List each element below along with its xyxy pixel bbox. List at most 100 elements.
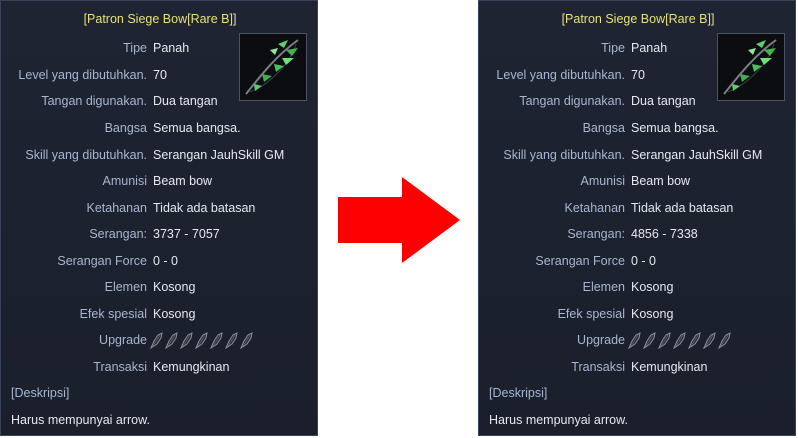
item-tooltip-after: [Patron Siege Bow[Rare B]] Tipe Panah Le… <box>478 0 796 436</box>
label-ammo: Amunisi <box>580 174 625 188</box>
row-durability: Ketahanan Tidak ada batasan <box>479 199 797 217</box>
value-special-effect: Kosong <box>153 307 196 321</box>
label-race: Bangsa <box>104 121 147 135</box>
upgrade-slot-icon <box>180 332 193 349</box>
label-force-attack: Serangan Force <box>535 254 625 268</box>
value-required-skill: Serangan JauhSkill GM <box>631 148 763 162</box>
value-required-level: 70 <box>631 68 645 82</box>
value-type: Panah <box>153 41 190 55</box>
value-required-level: 70 <box>153 68 167 82</box>
item-title: [Patron Siege Bow[Rare B]] <box>83 12 237 26</box>
upgrade-slot-icon <box>658 332 671 349</box>
upgrade-slot-icon <box>643 332 656 349</box>
label-ammo: Amunisi <box>102 174 147 188</box>
upgrade-slot-icon <box>703 332 716 349</box>
value-element: Kosong <box>153 280 196 294</box>
row-attack: Serangan: 3737 - 7057 <box>1 225 319 243</box>
upgrade-slot-icon <box>688 332 701 349</box>
row-element: Elemen Kosong <box>479 278 797 296</box>
upgrade-slot-icon <box>240 332 253 349</box>
label-upgrade: Upgrade <box>577 333 625 347</box>
item-title: [Patron Siege Bow[Rare B]] <box>561 12 715 26</box>
label-hands: Tangan digunakan. <box>41 94 147 108</box>
row-upgrade: Upgrade <box>479 331 797 349</box>
row-ammo: Amunisi Beam bow <box>479 172 797 190</box>
upgrade-slot-icon <box>225 332 238 349</box>
label-trade: Transaksi <box>93 360 147 374</box>
upgrade-slot-icon <box>718 332 731 349</box>
label-type: Tipe <box>123 41 147 55</box>
upgrade-slot-icon <box>165 332 178 349</box>
label-required-skill: Skill yang dibutuhkan. <box>25 148 147 162</box>
label-race: Bangsa <box>582 121 625 135</box>
label-type: Tipe <box>601 41 625 55</box>
label-element: Elemen <box>582 280 625 294</box>
label-force-attack: Serangan Force <box>57 254 147 268</box>
row-hands: Tangan digunakan. Dua tangan <box>479 92 797 110</box>
label-attack: Serangan: <box>89 227 147 241</box>
upgrade-slot-icon <box>150 332 163 349</box>
row-hands: Tangan digunakan. Dua tangan <box>1 92 319 110</box>
row-race: Bangsa Semua bangsa. <box>479 119 797 137</box>
value-force-attack: 0 - 0 <box>153 254 179 268</box>
row-attack: Serangan: 4856 - 7338 <box>479 225 797 243</box>
row-force-attack: Serangan Force 0 - 0 <box>1 252 319 270</box>
row-required-skill: Skill yang dibutuhkan. Serangan JauhSkil… <box>479 146 797 164</box>
row-required-skill: Skill yang dibutuhkan. Serangan JauhSkil… <box>1 146 319 164</box>
value-element: Kosong <box>631 280 674 294</box>
row-special-effect: Efek spesial Kosong <box>1 305 319 323</box>
label-durability: Ketahanan <box>564 201 625 215</box>
label-required-level: Level yang dibutuhkan. <box>18 68 147 82</box>
value-trade: Kemungkinan <box>631 360 708 374</box>
row-required-level: Level yang dibutuhkan. 70 <box>479 66 797 84</box>
description-heading: [Deskripsi] <box>11 386 70 400</box>
upgrade-slots <box>149 332 254 349</box>
upgrade-slot-icon <box>195 332 208 349</box>
comparison-stage: [Patron Siege Bow[Rare B]] Tipe Panah Le… <box>0 0 798 438</box>
label-durability: Ketahanan <box>86 201 147 215</box>
value-durability: Tidak ada batasan <box>631 201 734 215</box>
label-upgrade: Upgrade <box>99 333 147 347</box>
row-type: Tipe Panah <box>479 39 797 57</box>
row-upgrade: Upgrade <box>1 331 319 349</box>
upgrade-slot-icon <box>210 332 223 349</box>
label-trade: Transaksi <box>571 360 625 374</box>
row-trade: Transaksi Kemungkinan <box>1 358 319 376</box>
value-force-attack: 0 - 0 <box>631 254 657 268</box>
row-required-level: Level yang dibutuhkan. 70 <box>1 66 319 84</box>
description-text: Harus mempunyai arrow. <box>11 413 150 427</box>
upgrade-slot-icon <box>628 332 641 349</box>
value-ammo: Beam bow <box>153 174 213 188</box>
value-race: Semua bangsa. <box>631 121 719 135</box>
label-element: Elemen <box>104 280 147 294</box>
label-special-effect: Efek spesial <box>557 307 625 321</box>
row-type: Tipe Panah <box>1 39 319 57</box>
value-type: Panah <box>631 41 668 55</box>
value-hands: Dua tangan <box>631 94 696 108</box>
value-attack: 4856 - 7338 <box>631 227 698 241</box>
value-hands: Dua tangan <box>153 94 218 108</box>
label-hands: Tangan digunakan. <box>519 94 625 108</box>
description-text: Harus mempunyai arrow. <box>489 413 628 427</box>
right-arrow-icon <box>338 177 460 263</box>
row-element: Elemen Kosong <box>1 278 319 296</box>
value-required-skill: Serangan JauhSkill GM <box>153 148 285 162</box>
value-trade: Kemungkinan <box>153 360 230 374</box>
row-trade: Transaksi Kemungkinan <box>479 358 797 376</box>
row-ammo: Amunisi Beam bow <box>1 172 319 190</box>
row-special-effect: Efek spesial Kosong <box>479 305 797 323</box>
label-special-effect: Efek spesial <box>79 307 147 321</box>
upgrade-slots <box>627 332 732 349</box>
item-tooltip-before: [Patron Siege Bow[Rare B]] Tipe Panah Le… <box>0 0 318 436</box>
label-attack: Serangan: <box>567 227 625 241</box>
description-heading: [Deskripsi] <box>489 386 548 400</box>
label-required-level: Level yang dibutuhkan. <box>496 68 625 82</box>
value-attack: 3737 - 7057 <box>153 227 220 241</box>
row-force-attack: Serangan Force 0 - 0 <box>479 252 797 270</box>
value-race: Semua bangsa. <box>153 121 241 135</box>
value-special-effect: Kosong <box>631 307 674 321</box>
row-durability: Ketahanan Tidak ada batasan <box>1 199 319 217</box>
upgrade-slot-icon <box>673 332 686 349</box>
value-ammo: Beam bow <box>631 174 691 188</box>
row-race: Bangsa Semua bangsa. <box>1 119 319 137</box>
